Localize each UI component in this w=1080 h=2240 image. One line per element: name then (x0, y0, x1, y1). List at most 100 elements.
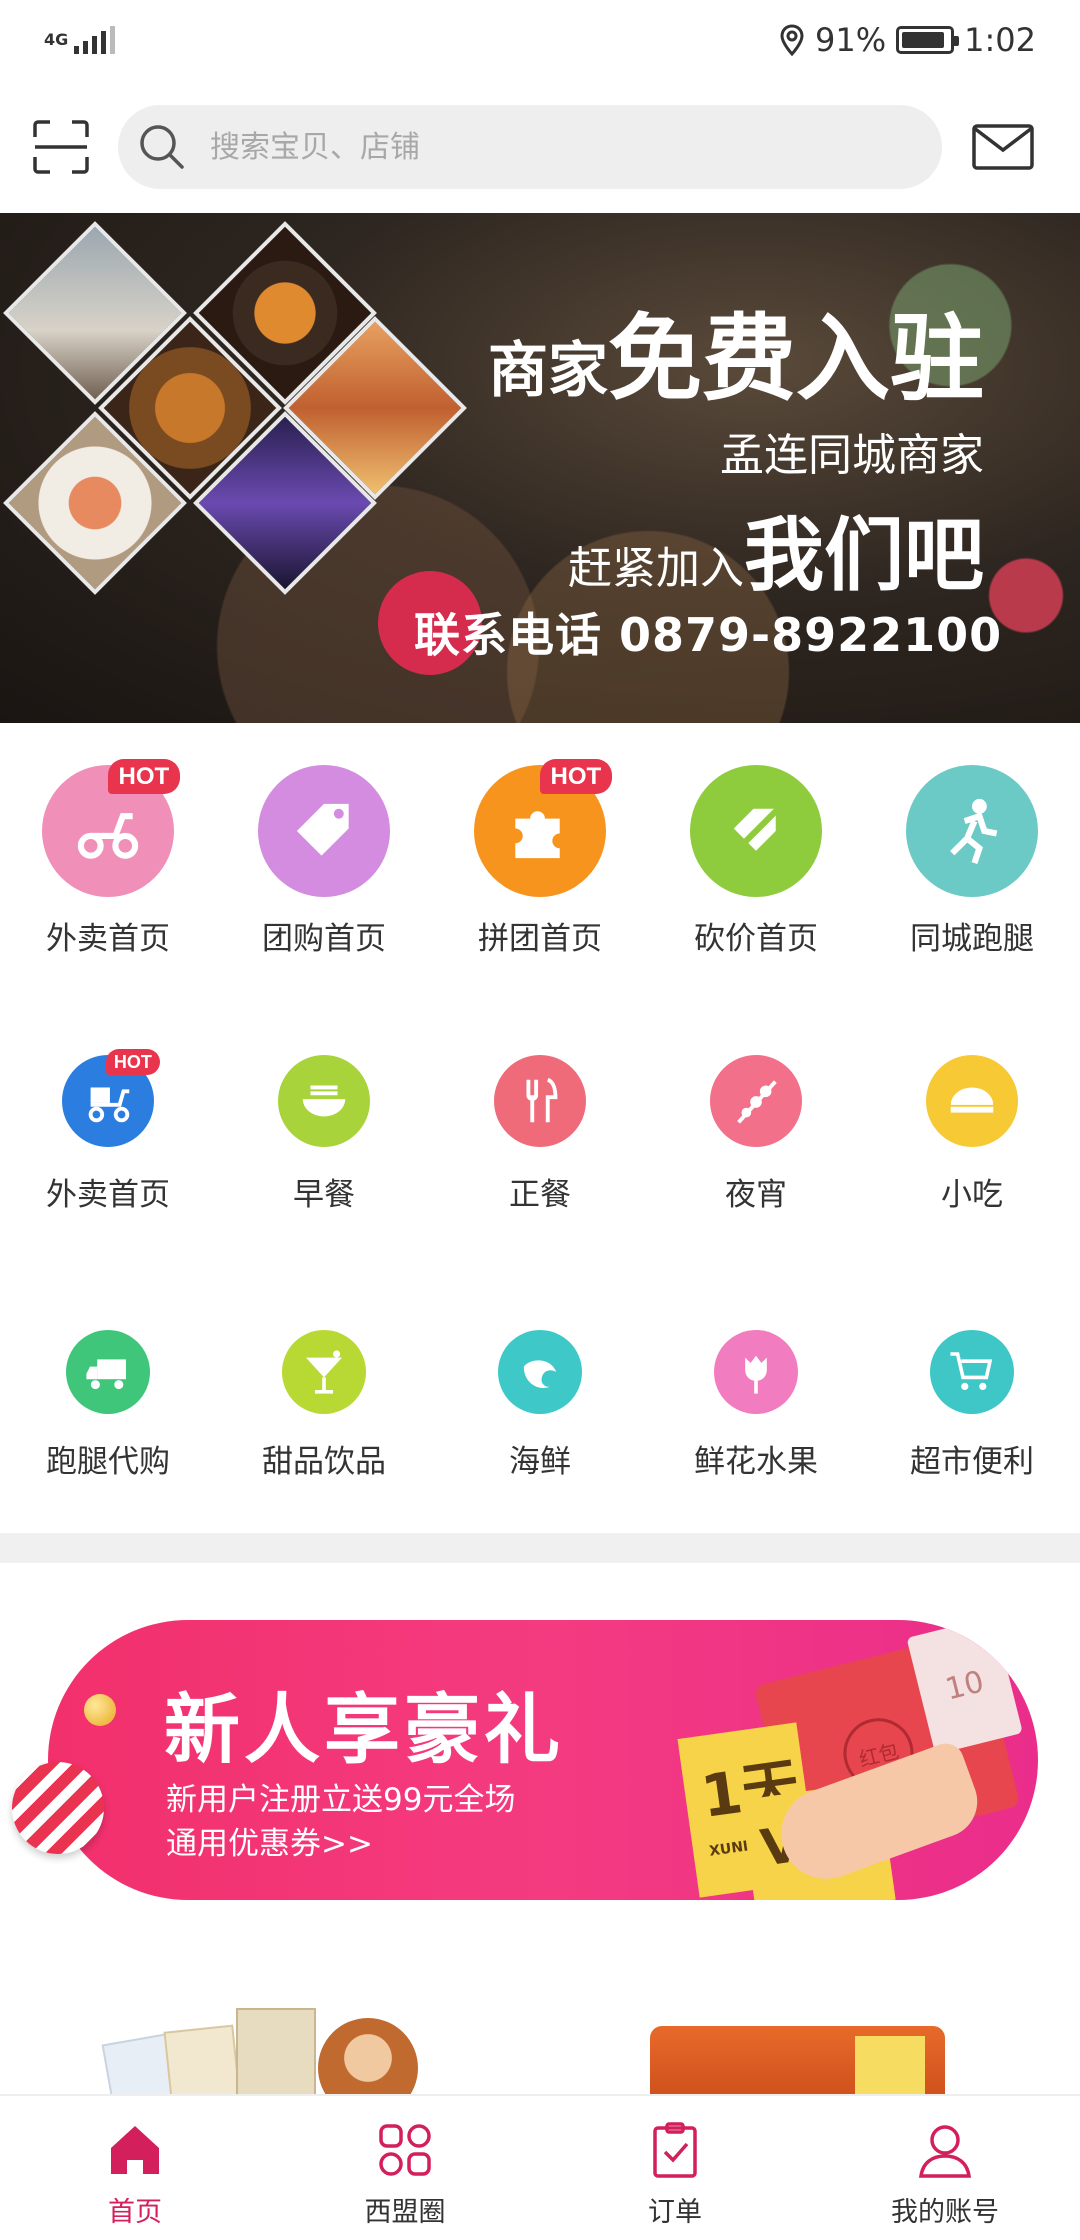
search-icon (140, 125, 184, 169)
category-label: 外卖首页 (46, 921, 170, 957)
rose-icon (714, 1330, 798, 1414)
scan-button[interactable] (28, 114, 94, 180)
mail-icon (972, 124, 1034, 170)
banknote-icon: 10 (906, 1620, 1023, 1755)
cart-icon (930, 1330, 1014, 1414)
category-price-cut[interactable]: 砍价首页 (648, 765, 864, 958)
category-label: 夜宵 (725, 1177, 787, 1213)
product-preview-strip (0, 1990, 1080, 2100)
status-bar: 4G 91% 1:02 (0, 0, 1080, 80)
nav-orders-label: 订单 (648, 2197, 702, 2228)
category-label: 正餐 (509, 1177, 571, 1213)
nav-home[interactable]: 首页 (0, 2096, 270, 2240)
tag-icon (258, 765, 390, 897)
shrimp-icon (498, 1330, 582, 1414)
cocktail-icon (282, 1330, 366, 1414)
gift-box-label (855, 2036, 925, 2096)
category-shrimp[interactable]: 海鲜 (432, 1330, 648, 1481)
battery-percent: 91% (815, 21, 887, 59)
category-noodle-bowl[interactable]: 早餐 (216, 1055, 432, 1214)
banner-text: 商家免费入驻 孟连同城商家 赶紧加入我们吧 (488, 283, 984, 607)
category-cocktail[interactable]: 甜品饮品 (216, 1330, 432, 1481)
hot-badge: HOT (105, 1049, 160, 1076)
signal-indicator: 4G (44, 26, 116, 54)
category-dumpling[interactable]: 小吃 (864, 1055, 1080, 1214)
category-label: 早餐 (293, 1177, 355, 1213)
promo-subtitle-line2: 通用优惠券>> (166, 1826, 373, 1862)
message-button[interactable] (972, 124, 1034, 170)
category-label: 外卖首页 (46, 1177, 170, 1213)
category-label: 海鲜 (509, 1444, 571, 1480)
category-row-services: 跑腿代购 甜品饮品 海鲜 鲜花水果 超市便利 (0, 1330, 1080, 1481)
squirrel-mascot (318, 2018, 418, 2100)
location-icon (780, 24, 804, 56)
banner-line1-big: 免费入驻 (607, 305, 984, 414)
nav-orders[interactable]: 订单 (540, 2096, 810, 2240)
promo-subtitle: 新用户注册立送99元全场 通用优惠券>> (166, 1778, 515, 1866)
skewer-icon (710, 1055, 802, 1147)
banner-line1-small: 商家 (487, 336, 608, 406)
category-tag[interactable]: 团购首页 (216, 765, 432, 958)
category-scooter[interactable]: HOT 外卖首页 (0, 759, 216, 958)
nav-circle-label: 西盟圈 (364, 2197, 446, 2228)
product-snack-pack[interactable] (101, 1998, 428, 2100)
section-divider (0, 1533, 1080, 1563)
search-input[interactable] (210, 129, 810, 165)
category-label: 小吃 (941, 1177, 1003, 1213)
category-row-food: HOT 外卖首页 早餐 正餐 夜宵 小吃 (0, 1049, 1080, 1214)
product-gift-box[interactable] (650, 2026, 945, 2100)
category-rose[interactable]: 鲜花水果 (648, 1330, 864, 1481)
new-user-promo-banner[interactable]: 新人享豪礼 新用户注册立送99元全场 通用优惠券>> 红包 10 1天 XUNL… (48, 1620, 1038, 1900)
category-cart[interactable]: 超市便利 (864, 1330, 1080, 1481)
hot-badge: HOT (539, 759, 612, 795)
banner-line3-big: 我们吧 (744, 509, 984, 602)
banner-line2: 孟连同城商家 (720, 430, 984, 481)
promo-striped-ball (12, 1762, 104, 1854)
user-icon (918, 2125, 972, 2178)
noodle-bowl-icon (278, 1055, 370, 1147)
promo-gold-dot (84, 1694, 116, 1726)
network-type: 4G (44, 32, 68, 48)
grid-icon (379, 2124, 431, 2176)
scan-icon (33, 120, 89, 174)
header (0, 92, 1080, 202)
category-puzzle[interactable]: HOT 拼团首页 (432, 759, 648, 958)
merchant-banner[interactable]: 商家免费入驻 孟连同城商家 赶紧加入我们吧 联系电话 0879-8922100 (0, 213, 1080, 723)
nav-circle[interactable]: 西盟圈 (270, 2096, 540, 2240)
banner-line3-small: 赶紧加入 (568, 543, 744, 594)
nav-home-label: 首页 (108, 2197, 162, 2228)
hot-badge: HOT (107, 759, 180, 795)
category-row-primary: HOT 外卖首页 团购首页 HOT 拼团首页 砍价首页 同城跑腿 (0, 759, 1080, 958)
category-label: 拼团首页 (478, 921, 602, 957)
home-icon (111, 2126, 159, 2174)
bottom-navigation: 首页 西盟圈 订单 我的账号 (0, 2094, 1080, 2240)
truck-icon (66, 1330, 150, 1414)
snack-bag-3 (236, 2008, 316, 2100)
category-label: 鲜花水果 (694, 1444, 818, 1480)
category-label: 团购首页 (262, 921, 386, 957)
clock: 1:02 (964, 21, 1036, 59)
promo-subtitle-line1: 新用户注册立送99元全场 (166, 1782, 516, 1818)
search-bar[interactable] (118, 105, 942, 189)
signal-bars-icon (74, 26, 116, 54)
category-truck[interactable]: 跑腿代购 (0, 1330, 216, 1481)
category-label: 超市便利 (910, 1444, 1034, 1480)
category-delivery-scooter[interactable]: HOT 外卖首页 (0, 1049, 216, 1214)
runner-icon (906, 765, 1038, 897)
category-skewer[interactable]: 夜宵 (648, 1055, 864, 1214)
category-label: 甜品饮品 (262, 1444, 386, 1480)
banner-phone: 联系电话 0879-8922100 (414, 608, 1003, 662)
fork-knife-icon (494, 1055, 586, 1147)
category-label: 跑腿代购 (46, 1444, 170, 1480)
category-fork-knife[interactable]: 正餐 (432, 1055, 648, 1214)
clipboard-icon (653, 2122, 697, 2178)
snack-bag-2 (163, 2024, 243, 2100)
nav-account[interactable]: 我的账号 (810, 2096, 1080, 2240)
network-label: 4G (44, 30, 69, 49)
dumpling-icon (926, 1055, 1018, 1147)
promo-title: 新人享豪礼 (164, 1685, 564, 1774)
battery-icon (896, 26, 960, 54)
category-runner[interactable]: 同城跑腿 (864, 765, 1080, 958)
nav-account-label: 我的账号 (891, 2197, 999, 2228)
price-cut-icon (690, 765, 822, 897)
